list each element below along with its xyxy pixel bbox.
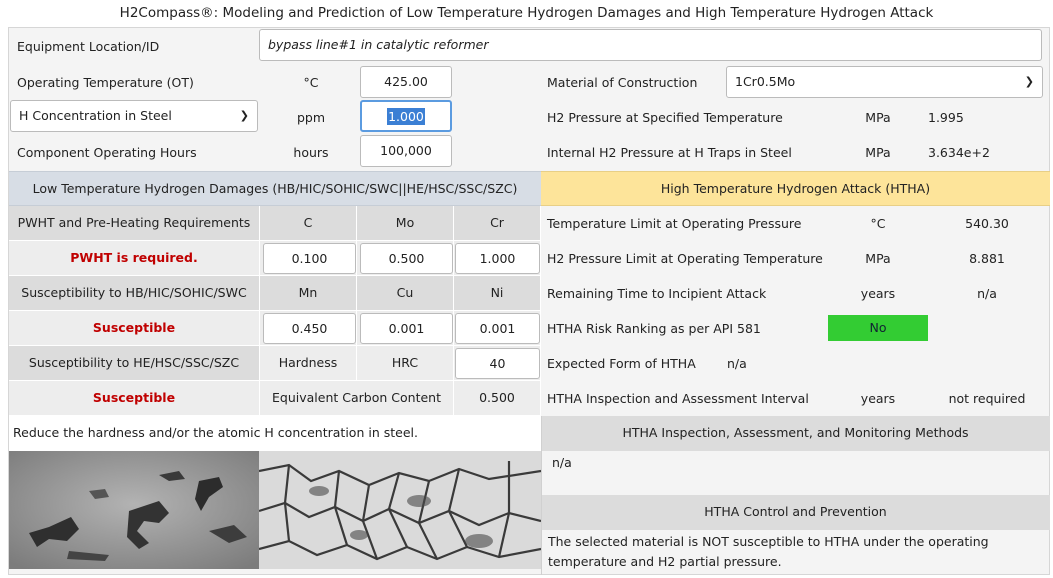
interval-unit: years	[860, 391, 896, 406]
he-result: Susceptible	[9, 381, 260, 416]
h-concentration-value: 1.000	[387, 108, 425, 125]
hic-micrograph-image	[9, 451, 259, 569]
col-ni: Ni	[454, 276, 541, 311]
chevron-down-icon: ❯	[1024, 75, 1034, 88]
operating-temp-unit: °C	[303, 75, 319, 90]
copper-input[interactable]: 0.001	[360, 313, 453, 344]
operating-hours-unit: hours	[293, 145, 329, 160]
expected-form-value: n/a	[727, 356, 747, 371]
pwht-result: PWHT is required.	[9, 241, 260, 276]
equipment-location-label: Equipment Location/ID	[17, 39, 160, 54]
temp-limit-unit: °C	[870, 216, 886, 231]
hardness-input[interactable]: 40	[455, 348, 540, 379]
material-select[interactable]: 1Cr0.5Mo ❯	[726, 66, 1043, 98]
risk-ranking-badge: No	[828, 315, 928, 341]
hardness-label: Hardness	[260, 346, 357, 381]
control-header: HTHA Control and Prevention	[541, 495, 1050, 530]
he-susceptibility-label: Susceptibility to HE/HSC/SSC/SZC	[9, 346, 260, 381]
material-label: Material of Construction	[547, 75, 698, 90]
col-c: C	[260, 206, 357, 241]
hb-result: Susceptible	[9, 311, 260, 346]
col-mo: Mo	[357, 206, 454, 241]
ce-value: 0.500	[454, 381, 541, 416]
risk-ranking-label: HTHA Risk Ranking as per API 581	[547, 321, 761, 336]
app-title: H2Compass®: Modeling and Prediction of L…	[119, 5, 934, 21]
material-select-value: 1Cr0.5Mo	[735, 74, 796, 89]
remaining-time-value: n/a	[977, 286, 997, 301]
col-mn: Mn	[260, 276, 357, 311]
internal-pressure-label: Internal H2 Pressure at H Traps in Steel	[547, 145, 792, 160]
chromium-input[interactable]: 1.000	[455, 243, 540, 274]
expected-form-label: Expected Form of HTHA	[547, 356, 696, 371]
low-temp-damages-header: Low Temperature Hydrogen Damages (HB/HIC…	[9, 171, 541, 206]
hb-susceptibility-label: Susceptibility to HB/HIC/SOHIC/SWC	[9, 276, 260, 311]
h-concentration-select[interactable]: H Concentration in Steel ❯	[10, 100, 258, 132]
operating-hours-input[interactable]: 100,000	[360, 135, 452, 167]
operating-temp-input[interactable]: 425.00	[360, 66, 452, 98]
pressure-limit-unit: MPa	[865, 251, 891, 266]
chevron-down-icon: ❯	[239, 109, 249, 122]
equipment-location-input[interactable]: bypass line#1 in catalytic reformer	[259, 29, 1042, 61]
molybdenum-input[interactable]: 0.500	[360, 243, 453, 274]
remaining-time-label: Remaining Time to Incipient Attack	[547, 286, 767, 301]
remaining-time-unit: years	[860, 286, 896, 301]
h-concentration-input[interactable]: 1.000	[360, 100, 452, 132]
advice-text: Reduce the hardness and/or the atomic H …	[9, 416, 541, 451]
h2-pressure-value: 1.995	[928, 110, 964, 125]
h-concentration-unit: ppm	[296, 110, 326, 125]
main-panel: Equipment Location/ID bypass line#1 in c…	[8, 27, 1050, 575]
h-concentration-select-value: H Concentration in Steel	[19, 108, 172, 123]
manganese-input[interactable]: 0.450	[263, 313, 356, 344]
temp-limit-label: Temperature Limit at Operating Pressure	[547, 216, 802, 231]
htha-header: High Temperature Hydrogen Attack (HTHA)	[541, 171, 1050, 206]
operating-hours-label: Component Operating Hours	[17, 145, 197, 160]
column-divider	[541, 416, 542, 575]
pwht-label: PWHT and Pre-Heating Requirements	[9, 206, 260, 241]
h2-pressure-label: H2 Pressure at Specified Temperature	[547, 110, 783, 125]
temp-limit-value: 540.30	[965, 216, 1009, 231]
methods-value: n/a	[552, 455, 572, 470]
h2-pressure-unit: MPa	[865, 110, 891, 125]
ce-label: Equivalent Carbon Content	[260, 381, 454, 416]
operating-temp-label: Operating Temperature (OT)	[17, 75, 194, 90]
carbon-input[interactable]: 0.100	[263, 243, 356, 274]
col-cr: Cr	[454, 206, 541, 241]
hardness-unit: HRC	[357, 346, 454, 381]
internal-pressure-value: 3.634e+2	[928, 145, 990, 160]
control-text: The selected material is NOT susceptible…	[548, 534, 989, 569]
pressure-limit-value: 8.881	[969, 251, 1005, 266]
internal-pressure-unit: MPa	[865, 145, 891, 160]
methods-header: HTHA Inspection, Assessment, and Monitor…	[541, 416, 1050, 451]
pressure-limit-label: H2 Pressure Limit at Operating Temperatu…	[547, 251, 823, 266]
intergranular-micrograph-image	[259, 451, 541, 569]
nickel-input[interactable]: 0.001	[455, 313, 540, 344]
interval-label: HTHA Inspection and Assessment Interval	[547, 391, 809, 406]
col-cu: Cu	[357, 276, 454, 311]
interval-value: not required	[948, 391, 1026, 406]
